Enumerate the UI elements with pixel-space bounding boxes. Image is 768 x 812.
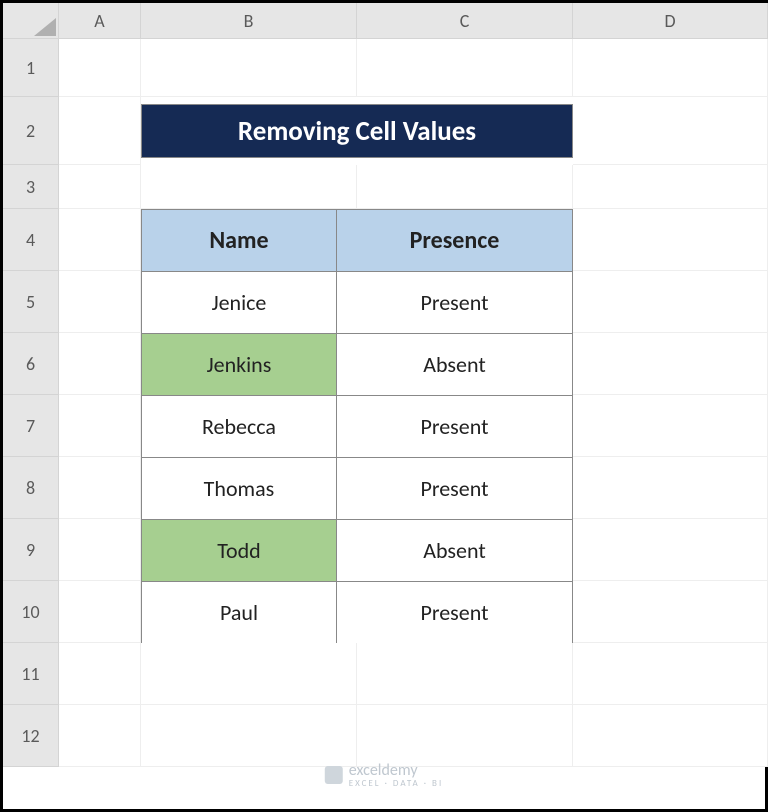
title-banner: Removing Cell Values <box>141 104 573 158</box>
cell-D3[interactable] <box>573 165 768 209</box>
cell-B12[interactable] <box>141 705 357 767</box>
cell-presence[interactable]: Absent <box>336 520 572 582</box>
cell-A7[interactable] <box>59 395 141 457</box>
cell-D8[interactable] <box>573 457 768 519</box>
cell-A12[interactable] <box>59 705 141 767</box>
cell-name[interactable]: Paul <box>142 582 337 644</box>
cell-D7[interactable] <box>573 395 768 457</box>
table-row: Thomas Present <box>142 458 573 520</box>
row-header-2[interactable]: 2 <box>3 97 59 165</box>
cell-C3[interactable] <box>357 165 573 209</box>
cell-A11[interactable] <box>59 643 141 705</box>
select-all-corner[interactable] <box>3 3 59 39</box>
table-row: Todd Absent <box>142 520 573 582</box>
cell-name[interactable]: Rebecca <box>142 396 337 458</box>
data-table: Name Presence Jenice Present Jenkins Abs… <box>141 209 573 644</box>
cell-A9[interactable] <box>59 519 141 581</box>
cell-D4[interactable] <box>573 209 768 271</box>
cell-A1[interactable] <box>59 39 141 97</box>
row-header-10[interactable]: 10 <box>3 581 59 643</box>
cell-name[interactable]: Todd <box>142 520 337 582</box>
table-row: Jenkins Absent <box>142 334 573 396</box>
row-header-11[interactable]: 11 <box>3 643 59 705</box>
row-header-8[interactable]: 8 <box>3 457 59 519</box>
row-header-6[interactable]: 6 <box>3 333 59 395</box>
row-header-12[interactable]: 12 <box>3 705 59 767</box>
cell-A5[interactable] <box>59 271 141 333</box>
header-presence[interactable]: Presence <box>336 210 572 272</box>
row-header-9[interactable]: 9 <box>3 519 59 581</box>
cell-B11[interactable] <box>141 643 357 705</box>
cell-B3[interactable] <box>141 165 357 209</box>
table-row: Jenice Present <box>142 272 573 334</box>
cell-name[interactable]: Thomas <box>142 458 337 520</box>
cell-C1[interactable] <box>357 39 573 97</box>
cell-D2[interactable] <box>573 97 768 165</box>
table-row: Paul Present <box>142 582 573 644</box>
row-header-1[interactable]: 1 <box>3 39 59 97</box>
table-row: Rebecca Present <box>142 396 573 458</box>
cell-A6[interactable] <box>59 333 141 395</box>
cell-name[interactable]: Jenkins <box>142 334 337 396</box>
cell-name[interactable]: Jenice <box>142 272 337 334</box>
col-header-D[interactable]: D <box>573 3 768 39</box>
table-header-row: Name Presence <box>142 210 573 272</box>
cell-D12[interactable] <box>573 705 768 767</box>
row-header-3[interactable]: 3 <box>3 165 59 209</box>
cell-D1[interactable] <box>573 39 768 97</box>
col-header-C[interactable]: C <box>357 3 573 39</box>
data-region: Name Presence Jenice Present Jenkins Abs… <box>141 209 573 643</box>
cell-A10[interactable] <box>59 581 141 643</box>
cell-D11[interactable] <box>573 643 768 705</box>
cell-A2[interactable] <box>59 97 141 165</box>
col-header-B[interactable]: B <box>141 3 357 39</box>
cell-presence[interactable]: Present <box>336 396 572 458</box>
cell-D6[interactable] <box>573 333 768 395</box>
row-header-4[interactable]: 4 <box>3 209 59 271</box>
cell-D5[interactable] <box>573 271 768 333</box>
spreadsheet-grid: A B C D 1 2 Removing Cell Values 3 4 Nam… <box>3 3 765 809</box>
row-header-5[interactable]: 5 <box>3 271 59 333</box>
cell-B1[interactable] <box>141 39 357 97</box>
col-header-A[interactable]: A <box>59 3 141 39</box>
header-name[interactable]: Name <box>142 210 337 272</box>
cell-A3[interactable] <box>59 165 141 209</box>
cell-presence[interactable]: Absent <box>336 334 572 396</box>
cell-presence[interactable]: Present <box>336 582 572 644</box>
cell-presence[interactable]: Present <box>336 458 572 520</box>
cell-C12[interactable] <box>357 705 573 767</box>
cell-D9[interactable] <box>573 519 768 581</box>
cell-C11[interactable] <box>357 643 573 705</box>
cell-presence[interactable]: Present <box>336 272 572 334</box>
cell-D10[interactable] <box>573 581 768 643</box>
row-header-7[interactable]: 7 <box>3 395 59 457</box>
cell-A8[interactable] <box>59 457 141 519</box>
title-merged-cell[interactable]: Removing Cell Values <box>141 97 573 165</box>
cell-A4[interactable] <box>59 209 141 271</box>
